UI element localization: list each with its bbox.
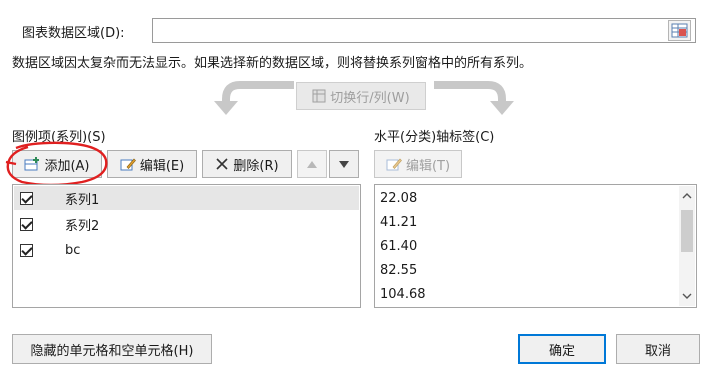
edit-series-button[interactable]: 编辑(E): [107, 150, 197, 178]
hidden-empty-cells-label: 隐藏的单元格和空单元格(H): [30, 343, 194, 359]
range-picker-button[interactable]: [668, 20, 691, 41]
series-name-1: 系列1: [65, 192, 100, 208]
cancel-label: 取消: [644, 343, 671, 359]
series-name-3: bc: [65, 242, 81, 258]
edit-icon: [386, 158, 402, 171]
switch-row-column-label: 切换行/列(W): [330, 90, 410, 106]
series-checkbox-1[interactable]: [20, 191, 33, 205]
axis-label-item[interactable]: 61.40: [376, 235, 678, 257]
ok-label: 确定: [548, 343, 575, 359]
axis-labels-scrollbar[interactable]: [679, 186, 695, 306]
triangle-down-icon: [339, 160, 349, 168]
range-label: 图表数据区域(D):: [22, 26, 125, 41]
move-up-button[interactable]: [297, 150, 327, 178]
range-input[interactable]: [152, 18, 696, 43]
axis-label-item[interactable]: 22.08: [376, 187, 678, 209]
edit-axis-labels-label: 编辑(T): [405, 158, 451, 174]
edit-icon: [120, 158, 136, 171]
switch-right-arrow-icon: [434, 81, 514, 115]
axis-labels-title: 水平(分类)轴标签(C): [374, 130, 495, 145]
axis-labels-list: 22.08 41.21 61.40 82.55 104.68: [374, 184, 697, 308]
scroll-down-icon[interactable]: [682, 293, 692, 300]
series-checkbox-3[interactable]: [20, 243, 33, 257]
delete-series-button[interactable]: 删除(R): [202, 150, 292, 178]
series-row-1[interactable]: 系列1: [14, 186, 359, 210]
triangle-up-icon: [307, 160, 317, 168]
axis-label-item[interactable]: 104.68: [376, 283, 678, 305]
series-name-2: 系列2: [65, 218, 100, 234]
edit-axis-labels-button[interactable]: 编辑(T): [374, 150, 462, 178]
annotation-circle-icon: [5, 141, 108, 187]
scroll-up-icon[interactable]: [682, 192, 692, 199]
hidden-empty-cells-button[interactable]: 隐藏的单元格和空单元格(H): [12, 334, 212, 364]
cancel-button[interactable]: 取消: [616, 334, 700, 364]
delete-icon: [216, 158, 228, 170]
series-row-3[interactable]: bc: [14, 238, 359, 262]
ok-button[interactable]: 确定: [518, 334, 606, 364]
axis-label-item[interactable]: 41.21: [376, 211, 678, 233]
legend-series-list: 系列1 系列2 bc: [12, 184, 361, 308]
switch-left-arrow-icon: [214, 81, 294, 115]
series-checkbox-2[interactable]: [20, 217, 33, 231]
edit-series-label: 编辑(E): [139, 158, 185, 174]
range-picker-icon: [671, 23, 688, 38]
switch-row-column-icon: [312, 89, 326, 103]
message-text: 数据区域因太复杂而无法显示。如果选择新的数据区域，则将替换系列窗格中的所有系列。: [12, 56, 533, 71]
move-down-button[interactable]: [329, 150, 359, 178]
delete-series-label: 删除(R): [233, 158, 279, 174]
series-row-2[interactable]: 系列2: [14, 212, 359, 236]
axis-label-item[interactable]: 82.55: [376, 259, 678, 281]
scrollbar-thumb[interactable]: [681, 210, 693, 252]
switch-row-column-button[interactable]: 切换行/列(W): [296, 82, 426, 110]
